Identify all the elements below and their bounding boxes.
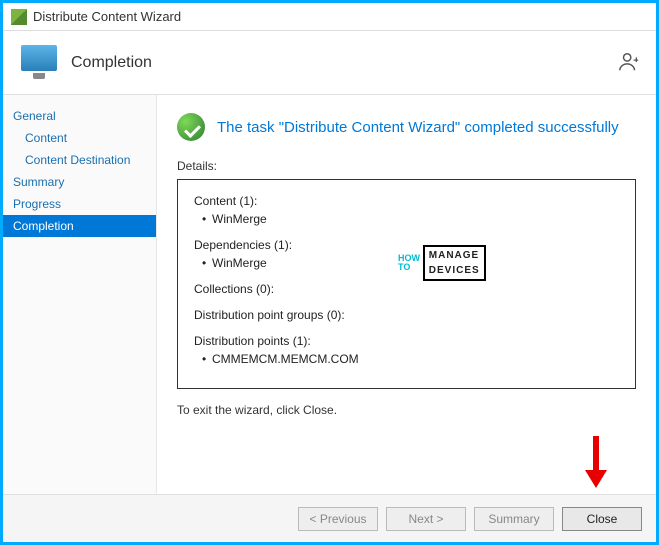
exit-instruction: To exit the wizard, click Close. <box>177 403 636 417</box>
page-title: Completion <box>71 54 152 72</box>
account-icon[interactable] <box>618 51 640 79</box>
sidebar-item-content-destination[interactable]: Content Destination <box>3 149 156 171</box>
success-row: The task "Distribute Content Wizard" com… <box>177 113 636 141</box>
details-dp-item: CMMEMCM.MEMCM.COM <box>194 350 619 368</box>
window-title: Distribute Content Wizard <box>33 9 181 24</box>
next-button: Next > <box>386 507 466 531</box>
sidebar-item-content[interactable]: Content <box>3 127 156 149</box>
details-label: Details: <box>177 159 636 173</box>
details-dependencies-header: Dependencies (1): <box>194 236 619 254</box>
wizard-sidebar: General Content Content Destination Summ… <box>3 95 157 494</box>
details-dpg-header: Distribution point groups (0): <box>194 306 619 324</box>
sidebar-item-general[interactable]: General <box>3 105 156 127</box>
details-collections-header: Collections (0): <box>194 280 619 298</box>
details-box: Content (1): WinMerge Dependencies (1): … <box>177 179 636 389</box>
details-dp-header: Distribution points (1): <box>194 332 619 350</box>
success-message: The task "Distribute Content Wizard" com… <box>217 119 619 136</box>
wizard-header: Completion <box>3 31 656 95</box>
close-button[interactable]: Close <box>562 507 642 531</box>
sidebar-item-progress[interactable]: Progress <box>3 193 156 215</box>
details-content-item: WinMerge <box>194 210 619 228</box>
wizard-content: The task "Distribute Content Wizard" com… <box>157 95 656 494</box>
previous-button: < Previous <box>298 507 378 531</box>
details-content-header: Content (1): <box>194 192 619 210</box>
completion-monitor-icon <box>19 43 59 83</box>
details-dependencies-item: WinMerge <box>194 254 619 272</box>
wizard-footer: < Previous Next > Summary Close <box>3 494 656 542</box>
sidebar-item-summary[interactable]: Summary <box>3 171 156 193</box>
titlebar: Distribute Content Wizard <box>3 3 656 31</box>
success-check-icon <box>177 113 205 141</box>
wizard-body: General Content Content Destination Summ… <box>3 95 656 494</box>
sidebar-item-completion[interactable]: Completion <box>3 215 156 237</box>
summary-button: Summary <box>474 507 554 531</box>
app-icon <box>11 9 27 25</box>
